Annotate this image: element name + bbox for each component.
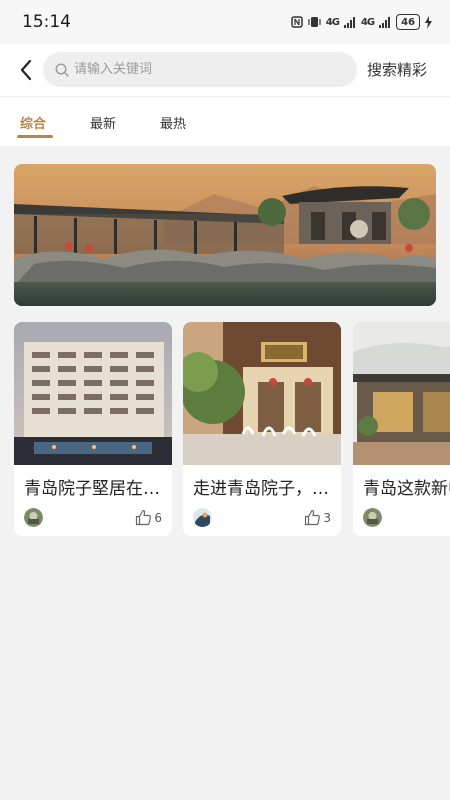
- search-header: 搜索精彩: [0, 44, 450, 96]
- article-card[interactable]: 青岛这款新中式: [353, 322, 450, 536]
- tab-comprehensive[interactable]: 综合: [20, 113, 46, 132]
- avatar[interactable]: [193, 508, 212, 527]
- back-button[interactable]: [6, 50, 46, 90]
- card-title: 青岛这款新中式: [363, 479, 450, 499]
- article-card-row: 青岛院子堅居在青岛 6 走进青岛院子，感受 3 青岛这款新: [0, 322, 450, 538]
- like-count: 6: [154, 510, 162, 525]
- avatar[interactable]: [24, 508, 43, 527]
- status-bar: 15:14 4G 4G 46: [0, 0, 450, 44]
- search-input[interactable]: [74, 62, 334, 77]
- signal-label-1: 4G: [325, 16, 340, 28]
- article-card[interactable]: 走进青岛院子，感受 3: [183, 322, 341, 536]
- status-time: 15:14: [22, 12, 71, 32]
- article-card[interactable]: 青岛院子堅居在青岛 6: [14, 322, 172, 536]
- like-count: 3: [323, 510, 331, 525]
- tab-hottest[interactable]: 最热: [160, 113, 186, 132]
- vibrate-icon: [308, 17, 321, 27]
- status-icons: 4G 4G 46: [290, 14, 432, 30]
- signal-label-2: 4G: [360, 16, 375, 28]
- nfc-icon: [290, 16, 303, 28]
- battery-indicator: 46: [396, 14, 420, 30]
- card-title: 青岛院子堅居在青岛: [24, 479, 164, 499]
- tab-latest[interactable]: 最新: [90, 113, 116, 132]
- modern-chinese-house-image: [353, 322, 450, 465]
- tab-active-indicator: [17, 135, 53, 138]
- like-counter[interactable]: 3: [304, 509, 331, 526]
- chevron-left-icon: [20, 59, 32, 81]
- avatar[interactable]: [363, 508, 382, 527]
- search-icon: [55, 62, 69, 77]
- tab-bar: 综合 最新 最热: [0, 96, 450, 146]
- search-button[interactable]: 搜索精彩: [367, 59, 427, 80]
- search-box[interactable]: [43, 52, 357, 87]
- card-title: 走进青岛院子，感受: [193, 479, 333, 499]
- thumbs-up-icon: [136, 509, 152, 526]
- garden-pavilion-image: [14, 164, 436, 306]
- signal-bars-icon: [379, 16, 391, 28]
- banner-image[interactable]: [14, 164, 436, 306]
- signal-bars-icon: [343, 16, 355, 28]
- thumbs-up-icon: [305, 509, 321, 526]
- courtyard-entrance-image: [183, 322, 341, 465]
- charging-icon: [425, 15, 432, 29]
- residential-building-image: [14, 322, 172, 465]
- like-counter[interactable]: 6: [135, 509, 162, 526]
